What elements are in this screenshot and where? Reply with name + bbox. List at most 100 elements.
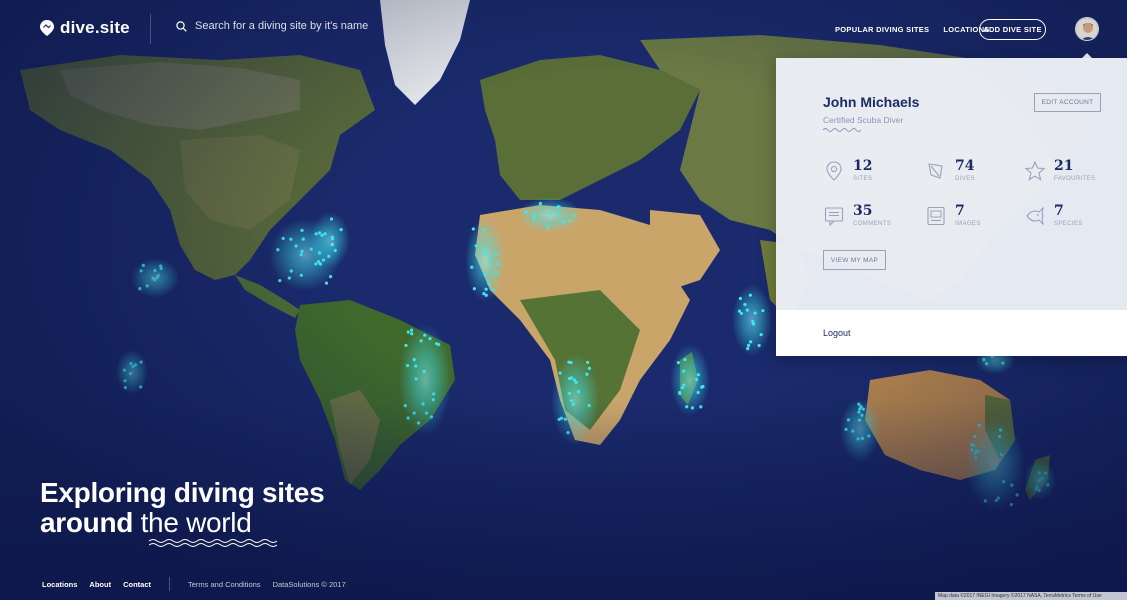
dive-site-marker bbox=[982, 357, 986, 361]
dive-site-marker bbox=[484, 293, 488, 297]
edit-account-button[interactable]: EDIT ACCOUNT bbox=[1034, 93, 1101, 112]
account-summary: John Michaels Certified Scuba Diver EDIT… bbox=[776, 58, 1127, 310]
dive-site-marker bbox=[317, 251, 322, 255]
search-input[interactable] bbox=[195, 20, 385, 32]
dive-site-marker bbox=[153, 268, 157, 273]
dive-site-marker bbox=[746, 347, 750, 351]
stat-dives[interactable]: 74 DIVES bbox=[925, 158, 975, 182]
dive-site-marker bbox=[406, 416, 410, 420]
stat-species-value: 7 bbox=[1054, 203, 1064, 219]
hero-line-1: Exploring diving sites bbox=[40, 477, 325, 508]
stat-sites-value: 12 bbox=[853, 158, 873, 174]
dive-site-marker bbox=[857, 418, 862, 422]
dive-site-marker bbox=[696, 373, 701, 377]
user-title: Certified Scuba Diver bbox=[823, 115, 904, 125]
dive-site-marker bbox=[1044, 471, 1048, 475]
dive-site-marker bbox=[586, 360, 590, 364]
dive-site-marker bbox=[481, 249, 485, 253]
footer-terms-link[interactable]: Terms and Conditions bbox=[188, 580, 261, 589]
dive-site-marker bbox=[678, 390, 682, 395]
dive-site-marker bbox=[857, 410, 861, 414]
dive-site-marker bbox=[748, 293, 752, 297]
dive-site-marker bbox=[410, 332, 414, 336]
dive-site-marker bbox=[860, 413, 864, 417]
dive-site-marker bbox=[139, 360, 143, 364]
avatar[interactable] bbox=[1075, 17, 1099, 41]
dive-site-marker bbox=[1035, 485, 1039, 489]
dive-site-marker bbox=[751, 320, 755, 324]
footer-link-contact[interactable]: Contact bbox=[123, 580, 151, 589]
dive-site-marker bbox=[487, 282, 491, 286]
dive-site-marker bbox=[323, 232, 327, 236]
dive-site-marker bbox=[1010, 483, 1014, 487]
wave-underline-icon bbox=[149, 539, 277, 547]
stat-favourites-label: FAVOURITES bbox=[1054, 176, 1096, 182]
dive-site-marker bbox=[314, 232, 318, 236]
logo-text: dive.site bbox=[60, 18, 130, 37]
dive-site-marker bbox=[406, 330, 410, 334]
dive-site-marker bbox=[576, 390, 581, 394]
dive-site-marker bbox=[757, 343, 761, 348]
dive-site-marker bbox=[985, 362, 989, 366]
dive-site-marker bbox=[474, 244, 478, 248]
dive-site-marker bbox=[281, 236, 285, 241]
dive-site-marker bbox=[299, 253, 303, 257]
dive-site-marker bbox=[405, 363, 410, 368]
dive-site-marker bbox=[571, 402, 576, 406]
dive-site-marker bbox=[422, 369, 426, 374]
footer-link-locations[interactable]: Locations bbox=[42, 580, 77, 589]
dive-site-marker bbox=[1046, 483, 1050, 487]
dive-site-marker bbox=[470, 265, 474, 269]
dive-site-marker bbox=[974, 456, 978, 460]
account-dropdown-panel: John Michaels Certified Scuba Diver EDIT… bbox=[776, 58, 1127, 356]
hero-line-2: around the world bbox=[40, 508, 324, 538]
main-nav: POPULAR DIVING SITES LOCATIONS bbox=[835, 25, 990, 34]
europe bbox=[480, 55, 700, 200]
stat-images[interactable]: 7 IMAGES bbox=[925, 203, 981, 227]
stat-comments[interactable]: 35 COMMENTS bbox=[823, 203, 891, 227]
dive-site-marker bbox=[412, 358, 416, 362]
footer-link-about[interactable]: About bbox=[89, 580, 111, 589]
dive-site-marker bbox=[1037, 478, 1041, 483]
dive-site-marker bbox=[531, 217, 536, 221]
dive-site-marker bbox=[487, 258, 492, 262]
dive-site-marker bbox=[993, 466, 997, 470]
footer-copyright: DataSolutions © 2017 bbox=[272, 579, 346, 589]
stat-species[interactable]: 7 SPECIES bbox=[1024, 203, 1083, 227]
nav-popular-diving-sites[interactable]: POPULAR DIVING SITES bbox=[835, 25, 929, 34]
search-icon[interactable] bbox=[176, 20, 187, 32]
stat-images-value: 7 bbox=[955, 203, 965, 219]
dive-site-marker bbox=[857, 402, 861, 406]
add-dive-site-button[interactable]: ADD DIVE SITE bbox=[979, 19, 1046, 40]
logo[interactable]: dive.site bbox=[40, 18, 130, 38]
dive-site-marker bbox=[569, 360, 573, 365]
dive-site-marker bbox=[431, 398, 435, 402]
dive-site-marker bbox=[1040, 476, 1044, 480]
dive-site-marker bbox=[421, 402, 425, 406]
dive-site-marker bbox=[329, 275, 333, 279]
stat-comments-label: COMMENTS bbox=[853, 221, 892, 227]
dive-site-marker bbox=[567, 391, 571, 395]
dive-site-marker bbox=[414, 364, 418, 368]
dive-site-marker bbox=[587, 403, 591, 408]
view-my-map-button[interactable]: VIEW MY MAP bbox=[823, 250, 886, 270]
map-attribution[interactable]: Map data ©2017 INEGI Imagery ©2017 NASA,… bbox=[935, 592, 1127, 600]
dive-site-marker bbox=[471, 227, 475, 231]
dive-site-marker bbox=[759, 332, 763, 337]
logout-link[interactable]: Logout bbox=[823, 328, 851, 338]
dive-site-marker bbox=[496, 262, 500, 266]
dive-site-marker bbox=[973, 434, 977, 439]
star-icon bbox=[1024, 160, 1046, 181]
stat-sites[interactable]: 12 SITES bbox=[823, 158, 872, 182]
user-avatar-icon bbox=[1076, 18, 1098, 40]
dive-site-marker bbox=[429, 415, 434, 419]
dive-site-marker bbox=[851, 429, 855, 433]
dive-site-marker bbox=[574, 380, 578, 384]
stat-dives-value: 74 bbox=[955, 158, 975, 174]
dive-site-marker bbox=[139, 385, 143, 389]
dive-site-marker bbox=[556, 210, 560, 214]
dive-site-marker bbox=[491, 288, 495, 292]
stat-favourites[interactable]: 21 FAVOURITES bbox=[1024, 158, 1096, 182]
dive-site-marker bbox=[289, 269, 293, 273]
dive-site-marker bbox=[339, 228, 343, 232]
